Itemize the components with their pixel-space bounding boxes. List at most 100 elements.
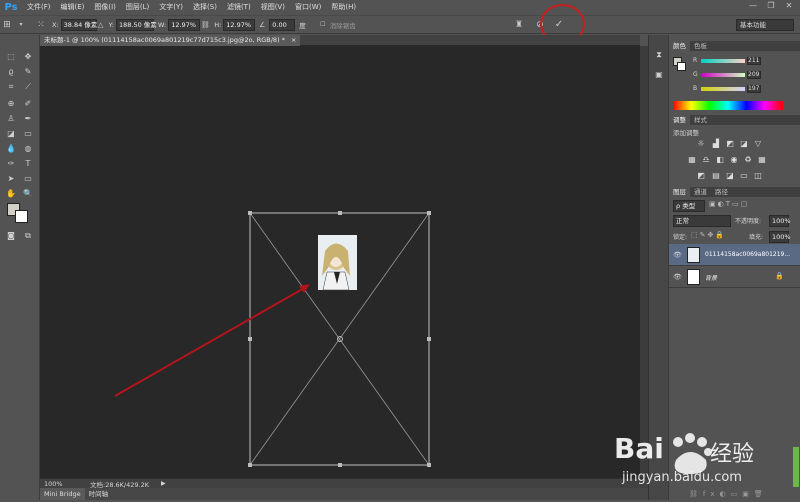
history-brush-tool-icon[interactable]: ✒: [21, 113, 35, 125]
r-value[interactable]: 211: [747, 57, 761, 65]
tab-paths[interactable]: 路径: [711, 187, 732, 197]
marquee-tool-icon[interactable]: ⬚: [4, 51, 18, 63]
visibility-eye-icon[interactable]: 👁: [673, 273, 682, 281]
relative-position-icon[interactable]: △: [97, 18, 105, 32]
tab-adjustments[interactable]: 调整: [669, 115, 690, 125]
link-icon[interactable]: ⛓: [200, 18, 210, 32]
fill-field[interactable]: 100%: [769, 231, 791, 243]
blur-tool-icon[interactable]: 💧: [4, 143, 18, 155]
levels-icon[interactable]: ▟: [711, 139, 721, 149]
stamp-tool-icon[interactable]: ♙: [4, 113, 18, 125]
r-slider[interactable]: [701, 59, 745, 63]
menu-image[interactable]: 图像(I): [89, 0, 121, 15]
tab-channels[interactable]: 通道: [690, 187, 711, 197]
vibrance-icon[interactable]: ▽: [753, 139, 763, 149]
path-select-tool-icon[interactable]: ➤: [4, 173, 18, 185]
close-window-button[interactable]: ✕: [782, 0, 796, 12]
workspace-select[interactable]: 基本功能: [736, 19, 794, 31]
visibility-eye-icon[interactable]: 👁: [673, 251, 682, 259]
color-lookup-icon[interactable]: ▦: [757, 155, 767, 165]
menu-type[interactable]: 文字(Y): [154, 0, 188, 15]
layer-name[interactable]: 背景: [705, 273, 717, 282]
move-tool-icon[interactable]: ✥: [21, 51, 35, 63]
restore-button[interactable]: ❐: [764, 0, 778, 12]
menu-help[interactable]: 帮助(H): [326, 0, 361, 15]
lock-icons[interactable]: ⬚✎✥🔒: [691, 231, 726, 239]
menu-layer[interactable]: 图层(L): [121, 0, 154, 15]
healing-tool-icon[interactable]: ⊕: [4, 98, 18, 110]
g-value[interactable]: 209: [747, 71, 761, 79]
tab-color[interactable]: 颜色: [669, 41, 690, 51]
layer-row-selected[interactable]: 👁 01114158ac0069a801219...: [669, 244, 800, 266]
opacity-field[interactable]: 100%: [769, 215, 791, 227]
x-field[interactable]: 38.84 像素: [60, 18, 97, 31]
menu-window[interactable]: 窗口(W): [290, 0, 326, 15]
vertical-scrollbar[interactable]: [640, 46, 648, 478]
tab-styles[interactable]: 样式: [690, 115, 711, 125]
antialias-checkbox[interactable]: ☐: [316, 18, 330, 32]
tab-layers[interactable]: 图层: [669, 187, 690, 197]
selective-color-icon[interactable]: ◫: [753, 171, 763, 181]
brightness-icon[interactable]: ☼: [696, 139, 706, 149]
canvas-area[interactable]: [40, 46, 640, 478]
lasso-tool-icon[interactable]: ϱ: [4, 66, 18, 78]
quick-mask-icon[interactable]: ◙: [4, 230, 18, 242]
zoom-tool-icon[interactable]: 🔍: [21, 188, 35, 200]
layer-name[interactable]: 01114158ac0069a801219...: [705, 251, 790, 258]
pen-tool-icon[interactable]: ✑: [4, 158, 18, 170]
width-field[interactable]: 12.97%: [168, 18, 201, 31]
hand-tool-icon[interactable]: ✋: [4, 188, 18, 200]
type-tool-icon[interactable]: T: [21, 158, 35, 170]
brush-tool-icon[interactable]: ✐: [21, 98, 35, 110]
posterize-icon[interactable]: ▤: [711, 171, 721, 181]
gradient-map-icon[interactable]: ▭: [739, 171, 749, 181]
menu-select[interactable]: 选择(S): [188, 0, 222, 15]
minimize-button[interactable]: —: [746, 0, 760, 12]
reference-point-icon[interactable]: ⁙: [34, 18, 48, 32]
gradient-tool-icon[interactable]: ▭: [21, 128, 35, 140]
menu-edit[interactable]: 编辑(E): [56, 0, 90, 15]
history-panel-icon[interactable]: ⧗: [652, 49, 666, 61]
tab-mini-bridge[interactable]: Mini Bridge: [40, 488, 85, 500]
height-field[interactable]: 12.97%: [223, 18, 256, 31]
background-color-swatch[interactable]: [15, 210, 28, 223]
angle-field[interactable]: 0.00: [269, 18, 296, 31]
layer-kind-filter[interactable]: ρ 类型: [673, 200, 705, 212]
menu-view[interactable]: 视图(V): [256, 0, 290, 15]
layer-filter-icons[interactable]: ▣◐T▭▢: [709, 200, 749, 208]
blend-mode-select[interactable]: 正常: [673, 215, 731, 227]
crop-tool-icon[interactable]: ⌗: [4, 81, 18, 93]
screen-mode-icon[interactable]: ⧉: [21, 230, 35, 242]
eyedropper-tool-icon[interactable]: ⟋: [21, 81, 35, 93]
bg-color-chip[interactable]: [677, 62, 686, 71]
hue-sat-icon[interactable]: ▦: [687, 155, 697, 165]
eraser-tool-icon[interactable]: ◪: [4, 128, 18, 140]
tab-timeline[interactable]: 时间轴: [85, 488, 113, 500]
document-tab[interactable]: 未标题-1 @ 100% (01114158ac0069a801219c77d7…: [40, 35, 301, 46]
warp-mode-icon[interactable]: ♜: [512, 18, 526, 32]
dropdown-arrow-icon[interactable]: ▾: [14, 18, 28, 32]
curves-icon[interactable]: ◩: [725, 139, 735, 149]
properties-panel-icon[interactable]: ▣: [652, 69, 666, 81]
invert-icon[interactable]: ◩: [696, 171, 706, 181]
menu-filter[interactable]: 滤镜(T): [222, 0, 256, 15]
transform-tool-icon[interactable]: ⊞: [0, 18, 14, 32]
layer-row-background[interactable]: 👁 背景 🔒: [669, 266, 800, 288]
dodge-tool-icon[interactable]: ◍: [21, 143, 35, 155]
exposure-icon[interactable]: ◪: [739, 139, 749, 149]
y-field[interactable]: 188.50 像素: [115, 18, 157, 31]
b-slider[interactable]: [701, 87, 745, 91]
bw-icon[interactable]: ◧: [715, 155, 725, 165]
tab-swatches[interactable]: 色板: [690, 41, 711, 51]
g-slider[interactable]: [701, 73, 745, 77]
channel-mixer-icon[interactable]: ♻: [743, 155, 753, 165]
color-spectrum[interactable]: [673, 101, 783, 110]
close-tab-icon[interactable]: ×: [291, 36, 296, 44]
b-value[interactable]: 197: [747, 85, 761, 93]
quick-select-tool-icon[interactable]: ✎: [21, 66, 35, 78]
menu-file[interactable]: 文件(F): [22, 0, 56, 15]
color-balance-icon[interactable]: ♎: [701, 155, 711, 165]
threshold-icon[interactable]: ◪: [725, 171, 735, 181]
zoom-level[interactable]: 100%: [44, 480, 74, 488]
shape-tool-icon[interactable]: ▭: [21, 173, 35, 185]
